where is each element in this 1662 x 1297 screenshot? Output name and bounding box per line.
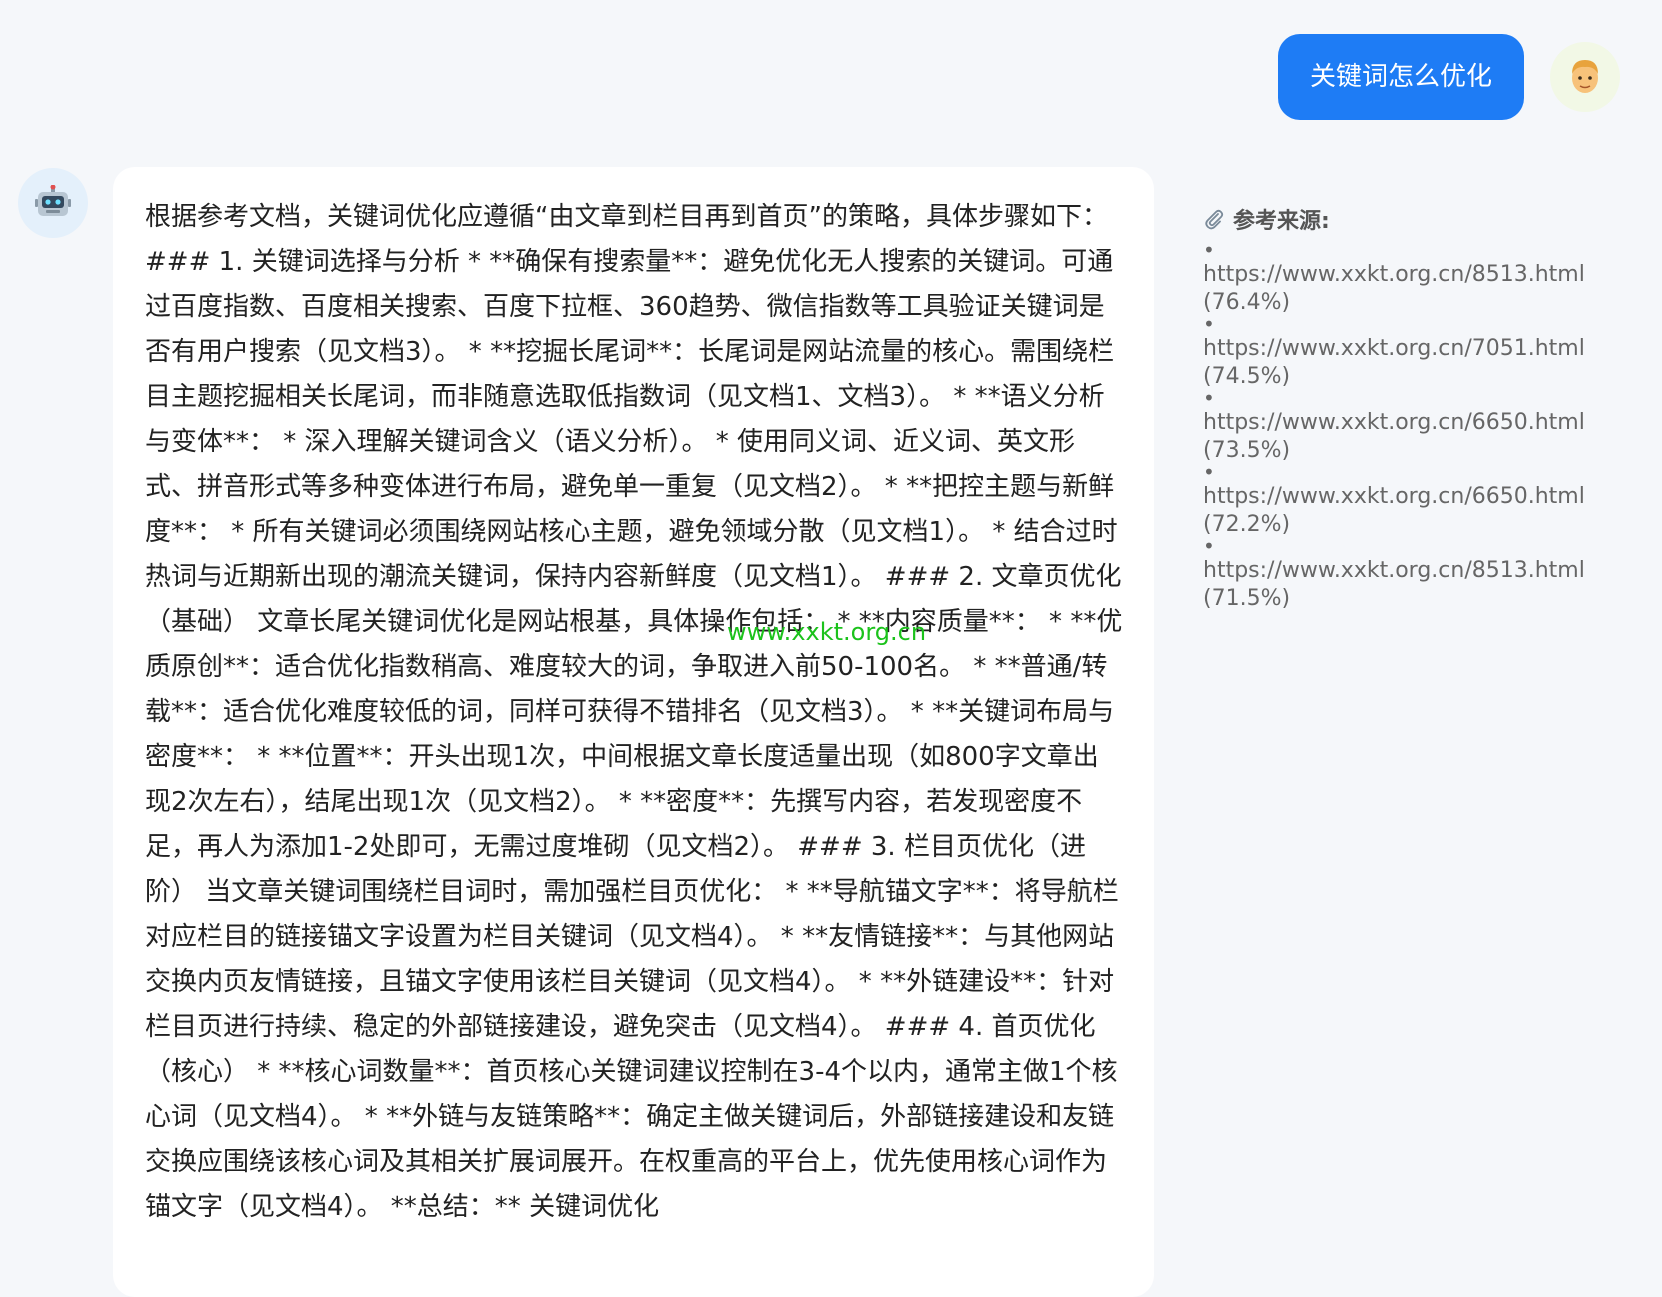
user-message-row: 关键词怎么优化	[1277, 34, 1620, 120]
assistant-message-text: 根据参考文档，关键词优化应遵循“由文章到栏目再到首页”的策略，具体步骤如下： #…	[145, 202, 1123, 1222]
source-score: (71.5%)	[1203, 586, 1291, 611]
assistant-message-bubble: 根据参考文档，关键词优化应遵循“由文章到栏目再到首页”的策略，具体步骤如下： #…	[113, 167, 1154, 1297]
source-link[interactable]: https://www.xxkt.org.cn/8513.html	[1203, 261, 1623, 289]
sources-panel: 参考来源: • https://www.xxkt.org.cn/8513.html…	[1203, 203, 1623, 613]
person-face-icon	[1572, 60, 1598, 93]
source-item: • https://www.xxkt.org.cn/8513.html (76.4%…	[1203, 238, 1623, 317]
source-item: • https://www.xxkt.org.cn/8513.html (71.5%…	[1203, 534, 1623, 613]
source-list: • https://www.xxkt.org.cn/8513.html (76.4%…	[1203, 238, 1623, 613]
source-item: • https://www.xxkt.org.cn/6650.html (73.5%…	[1203, 386, 1623, 465]
user-message-bubble: 关键词怎么优化	[1277, 34, 1524, 120]
sources-heading: 参考来源:	[1203, 203, 1623, 235]
source-item: • https://www.xxkt.org.cn/7051.html (74.5%…	[1203, 312, 1623, 391]
source-link[interactable]: https://www.xxkt.org.cn/6650.html	[1203, 409, 1623, 437]
bullet: •	[1203, 460, 1215, 484]
sources-title: 参考来源:	[1233, 209, 1330, 234]
robot-icon	[35, 185, 71, 216]
source-score: (73.5%)	[1203, 438, 1291, 463]
bullet: •	[1203, 386, 1215, 410]
user-avatar	[1550, 42, 1620, 112]
bullet: •	[1203, 534, 1215, 558]
source-score: (74.5%)	[1203, 364, 1291, 389]
bot-avatar	[18, 168, 88, 238]
source-item: • https://www.xxkt.org.cn/6650.html (72.2%…	[1203, 460, 1623, 539]
source-score: (76.4%)	[1203, 290, 1291, 315]
bullet: •	[1203, 238, 1215, 262]
source-link[interactable]: https://www.xxkt.org.cn/6650.html	[1203, 483, 1623, 511]
paperclip-icon	[1205, 209, 1224, 230]
source-link[interactable]: https://www.xxkt.org.cn/8513.html	[1203, 557, 1623, 585]
source-link[interactable]: https://www.xxkt.org.cn/7051.html	[1203, 335, 1623, 363]
bullet: •	[1203, 312, 1215, 336]
source-score: (72.2%)	[1203, 512, 1291, 537]
